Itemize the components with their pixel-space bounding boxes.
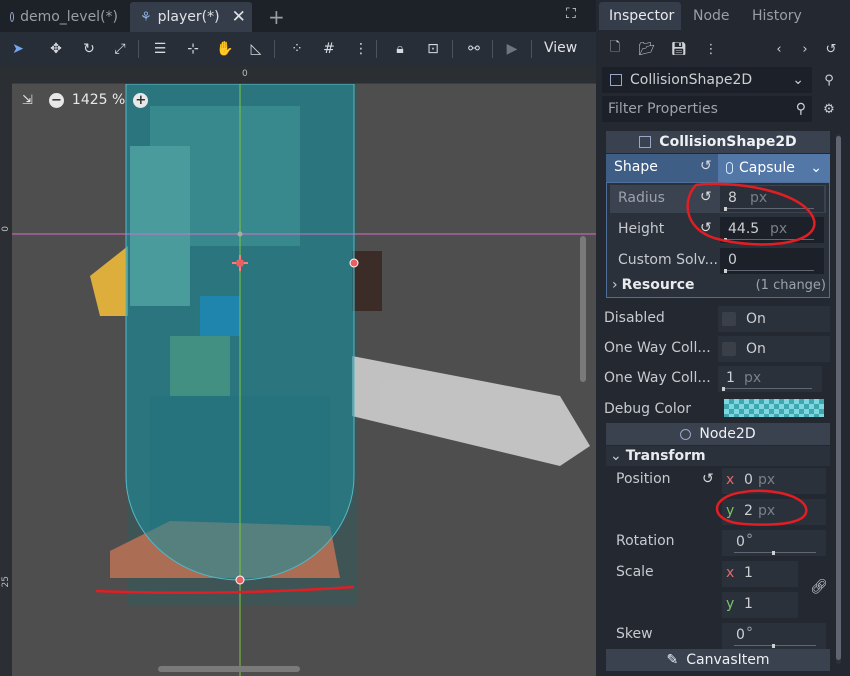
annotation-overlay — [686, 182, 816, 526]
pivot-icon[interactable]: ⊹ — [181, 37, 205, 61]
radius-handle[interactable] — [349, 258, 359, 268]
annotation-circle-position-y — [715, 489, 808, 526]
lock-icon[interactable]: 🔒︎ — [388, 37, 412, 61]
sprite-sword — [352, 356, 590, 466]
toolbar-separator — [492, 40, 493, 58]
tab-player[interactable]: ⚘ player(*) ✕ — [130, 2, 252, 32]
fullscreen-icon[interactable]: ⛶ — [566, 6, 576, 22]
zoom-in-button[interactable]: + — [133, 92, 149, 108]
sprite-star — [90, 246, 128, 316]
more-options-icon[interactable]: ⋮ — [349, 37, 373, 61]
left-ruler: 0 25 — [0, 66, 12, 676]
ruler-label: 0 — [1, 226, 11, 232]
canvas-toolbar: ➤ ✥ ↻ ⤢ ☰ ⊹ ✋ ◺ ⁘ # ⋮ 🔒︎ ⊡ ⚯ ▶ View — [0, 32, 596, 66]
scene-canvas — [12, 66, 596, 676]
view-menu-button[interactable]: View — [544, 40, 577, 56]
scene-tab-bar: demo_level(*) ⚘ player(*) ✕ + ⛶ — [0, 0, 596, 32]
origin-marker — [237, 231, 243, 237]
zoom-controls: ⇲ − 1425 % + — [22, 92, 149, 108]
top-ruler: 0 — [0, 66, 596, 84]
scale-tool-icon[interactable]: ⤢ — [108, 37, 132, 61]
node-icon: ⚘ — [140, 9, 152, 25]
smart-snap-icon[interactable]: ⁘ — [285, 37, 309, 61]
annotation-circle-radius-height — [686, 182, 816, 246]
ruler-label: 0 — [242, 69, 248, 79]
ruler-tool-icon[interactable]: ◺ — [244, 37, 268, 61]
height-handle[interactable] — [235, 575, 245, 585]
select-tool-icon[interactable]: ➤ — [6, 37, 30, 61]
vertical-scrollbar[interactable] — [580, 236, 586, 382]
list-select-icon[interactable]: ☰ — [148, 37, 172, 61]
bone-icon[interactable]: ⚯ — [462, 37, 486, 61]
toolbar-separator — [274, 40, 275, 58]
rotate-tool-icon[interactable]: ↻ — [77, 37, 101, 61]
tab-label: demo_level(*) — [20, 9, 118, 25]
scene-circle-icon — [10, 12, 15, 22]
group-icon[interactable]: ⊡ — [421, 37, 445, 61]
toolbar-separator — [452, 40, 453, 58]
move-tool-icon[interactable]: ✥ — [44, 37, 68, 61]
tab-demo-level[interactable]: demo_level(*) — [0, 2, 128, 32]
canvas-viewport[interactable]: 0 0 25 ⇲ − 1425 % + — [0, 66, 596, 676]
add-tab-button[interactable]: + — [258, 2, 295, 32]
tab-label: player(*) — [157, 9, 220, 25]
toolbar-separator — [138, 40, 139, 58]
ruler-label: 25 — [1, 576, 11, 588]
zoom-out-button[interactable]: − — [48, 92, 64, 108]
zoom-level[interactable]: 1425 % — [72, 92, 125, 108]
horizontal-scrollbar[interactable] — [158, 666, 300, 672]
zoom-reset-icon[interactable]: ⇲ — [22, 93, 33, 108]
grid-snap-icon[interactable]: # — [317, 37, 341, 61]
toolbar-separator — [376, 40, 377, 58]
camera-icon[interactable]: ▶ — [500, 37, 524, 61]
pan-tool-icon[interactable]: ✋ — [213, 37, 237, 61]
close-icon[interactable]: ✕ — [232, 7, 246, 27]
inspector-panel: Inspector Node History 🗋︎ 📂︎ 💾︎ ⋮ ‹ › ↺ … — [596, 0, 850, 676]
toolbar-separator — [531, 40, 532, 58]
